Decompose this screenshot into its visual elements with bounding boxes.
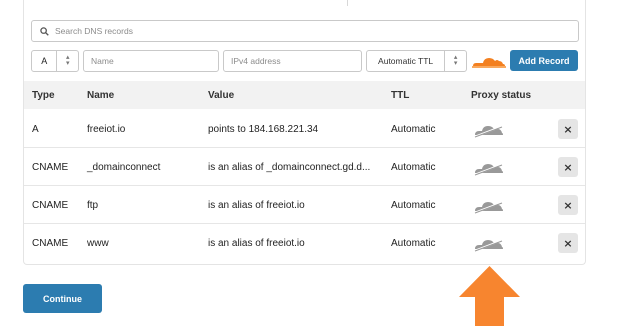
record-ttl: Automatic <box>391 200 436 211</box>
select-arrows-icon: ▴ ▾ <box>56 51 78 71</box>
ipv4-input[interactable] <box>231 56 361 66</box>
record-ttl: Automatic <box>391 124 436 135</box>
top-divider <box>347 0 348 6</box>
record-name: freeiot.io <box>87 124 126 135</box>
header-value: Value <box>208 90 235 101</box>
header-type: Type <box>32 90 55 101</box>
name-field[interactable] <box>83 50 219 72</box>
table-row: CNAME www is an alias of freeiot.io Auto… <box>24 224 585 262</box>
continue-button[interactable]: Continue <box>23 284 102 313</box>
grey-cloud-icon[interactable] <box>473 120 504 139</box>
record-name: ftp <box>87 200 99 211</box>
record-name: _domainconnect <box>87 162 161 173</box>
ttl-select[interactable]: Automatic TTL ▴ ▾ <box>366 50 467 72</box>
delete-button[interactable]: × <box>558 195 578 215</box>
search-dns-field[interactable] <box>31 20 579 42</box>
grey-cloud-icon[interactable] <box>473 196 504 215</box>
ttl-value: Automatic TTL <box>378 56 434 66</box>
record-value: points to 184.168.221.34 <box>208 124 319 135</box>
grey-cloud-icon[interactable] <box>473 234 504 253</box>
record-value: is an alias of freeiot.io <box>208 238 305 249</box>
record-value: is an alias of _domainconnect.gd.d... <box>208 162 371 173</box>
search-icon <box>40 26 49 36</box>
table-row: CNAME _domainconnect is an alias of _dom… <box>24 148 585 186</box>
name-input[interactable] <box>91 56 218 66</box>
delete-button[interactable]: × <box>558 233 578 253</box>
record-type: A <box>32 124 39 135</box>
record-type-value: A <box>41 56 48 66</box>
orange-cloud-icon[interactable] <box>472 54 506 70</box>
record-type: CNAME <box>32 200 69 211</box>
table-row: CNAME ftp is an alias of freeiot.io Auto… <box>24 186 585 224</box>
record-type: CNAME <box>32 238 69 249</box>
search-input[interactable] <box>55 26 555 36</box>
record-value: is an alias of freeiot.io <box>208 200 305 211</box>
header-proxy-status: Proxy status <box>471 90 532 101</box>
record-name: www <box>87 238 109 249</box>
select-arrows-icon: ▴ ▾ <box>444 51 466 71</box>
header-ttl: TTL <box>391 90 410 101</box>
record-type: CNAME <box>32 162 69 173</box>
orange-up-arrow-icon <box>459 266 520 326</box>
add-record-button[interactable]: Add Record <box>510 50 578 71</box>
table-header: Type Name Value TTL Proxy status <box>24 81 585 109</box>
table-row: A freeiot.io points to 184.168.221.34 Au… <box>24 110 585 148</box>
record-type-select[interactable]: A ▴ ▾ <box>31 50 79 72</box>
record-ttl: Automatic <box>391 238 436 249</box>
ipv4-field[interactable] <box>223 50 362 72</box>
grey-cloud-icon[interactable] <box>473 158 504 177</box>
delete-button[interactable]: × <box>558 157 578 177</box>
delete-button[interactable]: × <box>558 119 578 139</box>
header-name: Name <box>87 90 115 101</box>
record-ttl: Automatic <box>391 162 436 173</box>
